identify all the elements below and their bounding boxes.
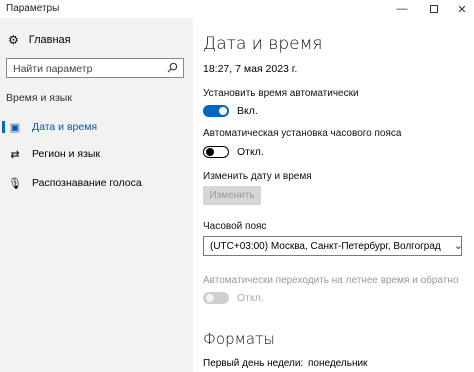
first-day-label: Первый день недели: — [203, 358, 304, 369]
active-indicator — [2, 121, 5, 133]
sidebar-item-label: Дата и время — [32, 121, 98, 133]
gear-icon: ⚙ — [8, 33, 19, 47]
sidebar-item-label: Регион и язык — [32, 148, 101, 160]
auto-time-toggle[interactable] — [203, 105, 229, 117]
maximize-icon — [430, 5, 438, 13]
title-bar: Параметры — ✕ — [0, 0, 474, 18]
sidebar-item-region[interactable]: ⇄ Регион и язык — [0, 143, 193, 165]
timezone-select[interactable]: (UTC+03:00) Москва, Санкт-Петербург, Вол… — [203, 236, 463, 256]
main-content: Дата и время 18:27, 7 мая 2023 г. Устано… — [193, 18, 474, 372]
minimize-icon: — — [396, 3, 408, 15]
auto-timezone-state: Откл. — [237, 146, 264, 158]
dst-label: Автоматически переходить на летнее время… — [203, 275, 459, 286]
change-button[interactable]: Изменить — [203, 186, 261, 205]
timezone-value: (UTC+03:00) Москва, Санкт-Петербург, Вол… — [210, 241, 441, 252]
minimize-button[interactable]: — — [386, 0, 418, 18]
chevron-down-icon: ⌄ — [453, 240, 463, 252]
auto-time-state: Вкл. — [237, 105, 258, 117]
toggle-knob — [206, 148, 214, 156]
change-datetime-label: Изменить дату и время — [203, 171, 312, 182]
home-label: Главная — [28, 34, 71, 46]
first-day-value: понедельник — [308, 358, 368, 369]
search-icon[interactable] — [167, 62, 178, 73]
auto-timezone-label: Автоматическая установка часового пояса — [203, 128, 402, 139]
search-field[interactable]: Найти параметр — [6, 58, 184, 78]
calendar-icon: ▣ — [9, 121, 21, 134]
sidebar-item-date-time[interactable]: ▣ Дата и время — [0, 116, 193, 138]
timezone-label: Часовой пояс — [203, 221, 267, 232]
sidebar: ⚙ Главная Найти параметр Время и язык ▣ … — [0, 18, 193, 372]
toggle-knob — [219, 107, 227, 115]
auto-timezone-toggle[interactable] — [203, 146, 229, 158]
dst-toggle[interactable] — [203, 292, 229, 304]
sidebar-item-label: Распознавание голоса — [32, 177, 142, 189]
page-title: Дата и время — [203, 34, 323, 54]
current-datetime: 18:27, 7 мая 2023 г. — [203, 63, 298, 75]
section-title: Время и язык — [6, 92, 72, 104]
region-icon: ⇄ — [10, 148, 20, 161]
close-icon: ✕ — [457, 3, 467, 16]
close-button[interactable]: ✕ — [446, 0, 474, 18]
window-title: Параметры — [6, 3, 60, 14]
microphone-icon: 🎙 — [8, 177, 22, 190]
auto-time-label: Установить время автоматически — [203, 88, 359, 99]
dst-state: Откл. — [237, 292, 264, 304]
search-placeholder: Найти параметр — [13, 63, 93, 75]
sidebar-item-speech[interactable]: 🎙 Распознавание голоса — [0, 172, 193, 194]
formats-title: Форматы — [203, 330, 275, 348]
toggle-knob — [206, 294, 214, 302]
home-link[interactable]: ⚙ Главная — [8, 33, 71, 47]
